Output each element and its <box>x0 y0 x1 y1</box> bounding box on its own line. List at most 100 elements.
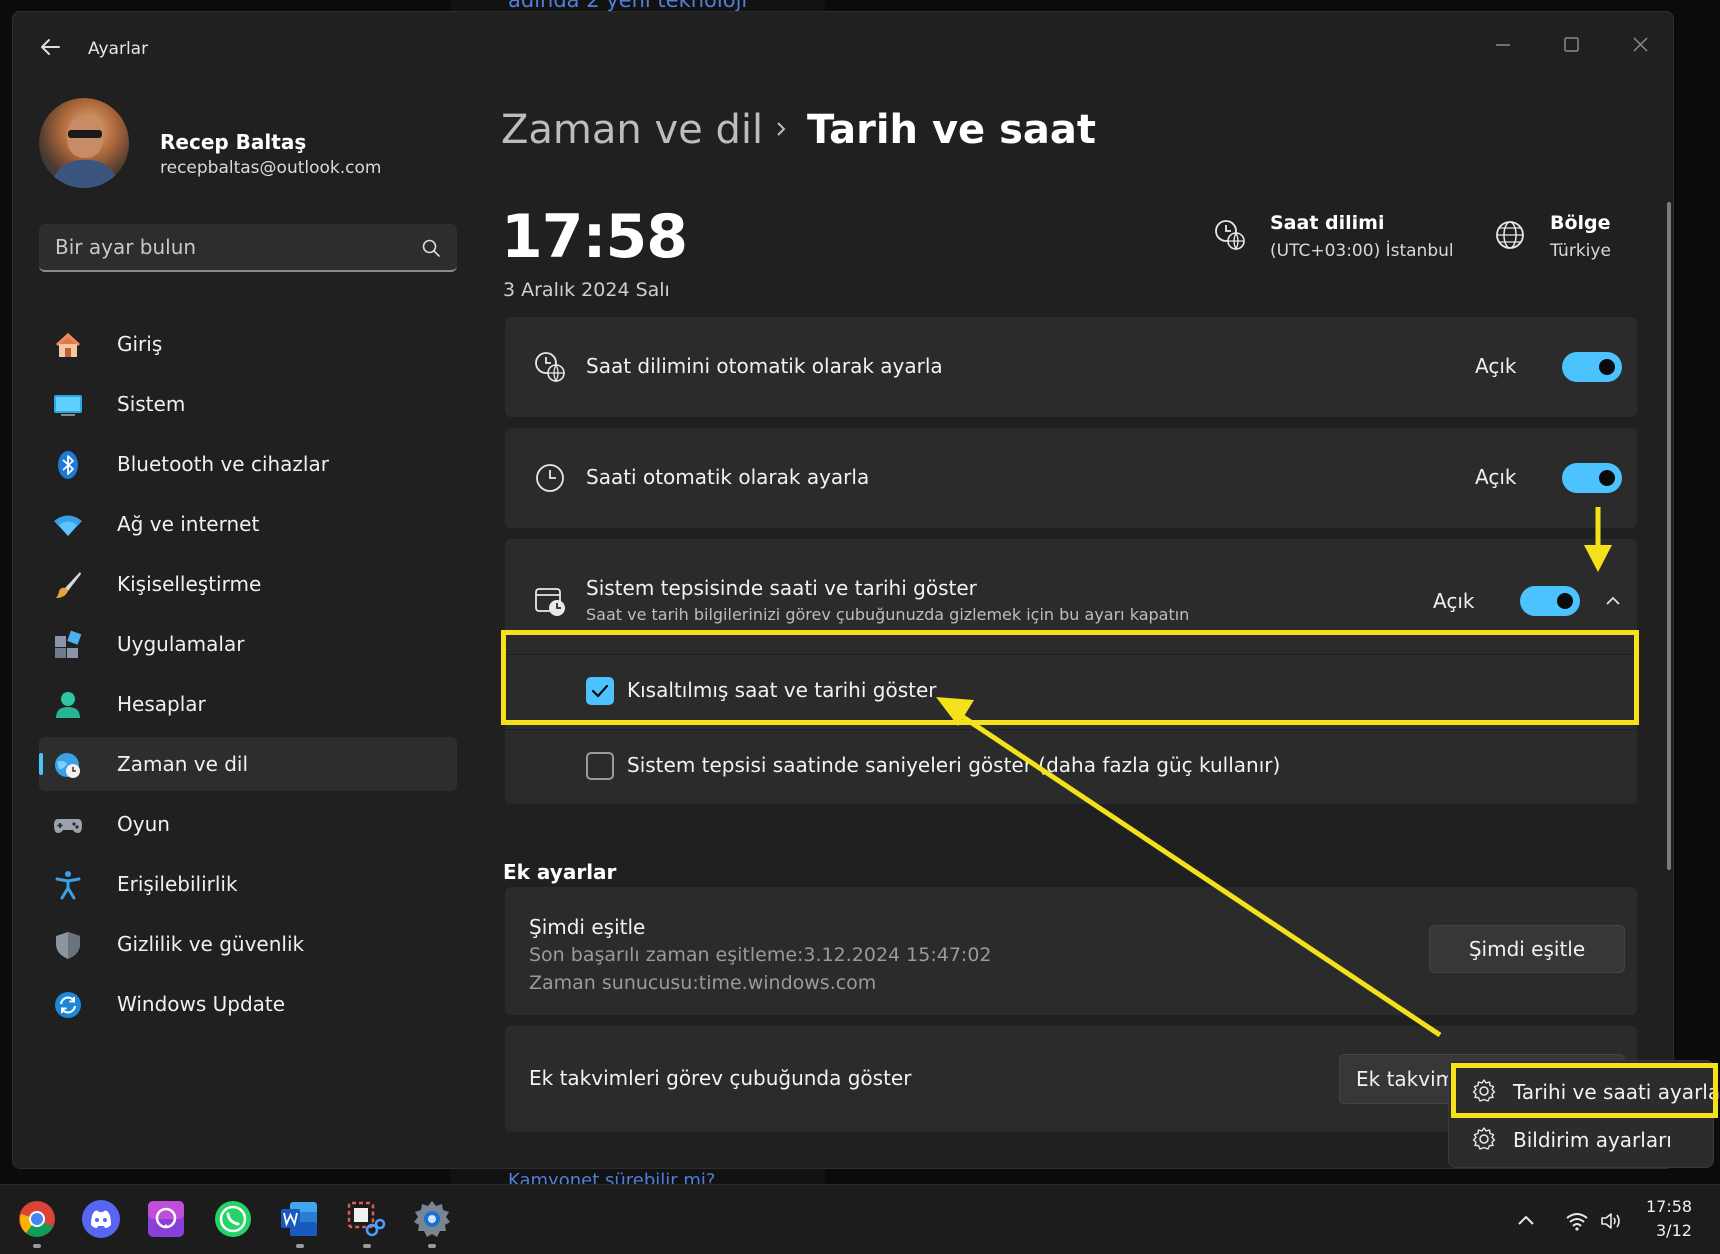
short-time-checkbox[interactable] <box>586 677 614 705</box>
maximize-icon <box>1564 37 1579 52</box>
running-indicator <box>428 1244 436 1248</box>
person-icon <box>56 692 80 718</box>
sidebar-item-label: Oyun <box>117 812 170 836</box>
bluetooth-icon <box>58 451 78 479</box>
back-arrow-icon <box>41 39 60 55</box>
seconds-checkbox[interactable] <box>586 752 614 780</box>
volume-icon[interactable] <box>1599 1209 1623 1233</box>
sidebar-item-privacy[interactable]: Gizlilik ve güvenlik <box>39 917 457 971</box>
running-indicator <box>363 1244 371 1248</box>
sidebar-item-label: Windows Update <box>117 992 286 1016</box>
sidebar-item-system[interactable]: Sistem <box>39 377 457 431</box>
auto-timezone-card: Saat dilimini otomatik olarak ayarla Açı… <box>505 317 1637 417</box>
sidebar-item-apps[interactable]: Uygulamalar <box>39 617 457 671</box>
calendar-clock-icon <box>535 588 565 616</box>
timezone-title: Saat dilimi <box>1270 212 1385 234</box>
sidebar-item-label: Uygulamalar <box>117 632 245 656</box>
close-icon <box>1633 37 1648 52</box>
user-name: Recep Baltaş <box>160 130 307 154</box>
current-date: 3 Aralık 2024 Salı <box>503 279 670 301</box>
auto-timezone-toggle[interactable] <box>1562 352 1622 382</box>
gear-icon <box>1472 1079 1496 1102</box>
search-icon[interactable] <box>421 238 441 258</box>
tray-clock-toggle[interactable] <box>1520 586 1580 616</box>
background-headline-bottom: Kamyonet sürebilir mi? <box>508 1170 716 1184</box>
sidebar-item-personalization[interactable]: Kişiselleştirme <box>39 557 457 611</box>
auto-time-title: Saati otomatik olarak ayarla <box>586 465 870 489</box>
checkmark-icon <box>591 684 609 698</box>
wifi-icon <box>54 515 82 536</box>
menu-item-notification-settings[interactable]: Bildirim ayarları <box>1449 1115 1715 1163</box>
settings-gear-icon[interactable] <box>411 1198 453 1240</box>
sidebar-item-label: Zaman ve dil <box>117 752 249 776</box>
breadcrumb-parent[interactable]: Zaman ve dil <box>501 107 763 153</box>
sidebar-item-network[interactable]: Ağ ve internet <box>39 497 457 551</box>
tray-clock-state: Açık <box>1433 589 1475 613</box>
title-bar: Ayarlar <box>13 12 1673 82</box>
menu-item-label: Tarihi ve saati ayarla <box>1513 1080 1720 1104</box>
accessibility-icon <box>55 871 81 900</box>
short-time-option[interactable]: Kısaltılmış saat ve tarihi göster <box>505 654 1637 726</box>
taskbar-date[interactable]: 3/12 <box>1656 1221 1692 1240</box>
minimize-icon <box>1496 44 1510 46</box>
search-input[interactable] <box>55 224 395 270</box>
back-button[interactable] <box>35 32 65 62</box>
globe-icon <box>1496 221 1524 249</box>
chevron-up-icon[interactable] <box>1602 590 1624 612</box>
sidebar-item-home[interactable]: Giriş <box>39 317 457 371</box>
avatar <box>39 98 129 188</box>
sidebar-item-windows-update[interactable]: Windows Update <box>39 977 457 1031</box>
close-button[interactable] <box>1620 30 1660 60</box>
context-menu: Tarihi ve saati ayarla Bildirim ayarları <box>1448 1060 1720 1168</box>
sidebar-item-label: Bluetooth ve cihazlar <box>117 452 329 476</box>
taskbar: 17:58 3/12 <box>0 1184 1720 1254</box>
chevron-up-icon[interactable] <box>1514 1209 1538 1233</box>
sync-now-button[interactable]: Şimdi eşitle <box>1429 925 1625 973</box>
taskbar-time[interactable]: 17:58 <box>1646 1197 1692 1216</box>
seconds-option[interactable]: Sistem tepsisi saatinde saniyeleri göste… <box>505 729 1637 801</box>
sidebar-item-bluetooth[interactable]: Bluetooth ve cihazlar <box>39 437 457 491</box>
settings-window: Ayarlar Recep Baltaş recepbaltas@outlook… <box>12 11 1674 1169</box>
auto-timezone-state: Açık <box>1475 354 1517 378</box>
region-value: Türkiye <box>1550 241 1611 261</box>
wifi-icon[interactable] <box>1565 1209 1589 1233</box>
snipping-tool-icon[interactable] <box>344 1198 386 1240</box>
sidebar-item-time-language[interactable]: Zaman ve dil <box>39 737 457 791</box>
timezone-icon <box>1215 220 1245 251</box>
monitor-icon <box>54 395 82 416</box>
discord-icon[interactable] <box>80 1198 122 1240</box>
page-title: Tarih ve saat <box>807 107 1097 153</box>
sync-now-card: Şimdi eşitle Son başarılı zaman eşitleme… <box>505 887 1637 1015</box>
home-icon <box>56 333 80 357</box>
content-scrollbar[interactable] <box>1667 202 1671 870</box>
shield-icon <box>56 932 80 959</box>
current-time: 17:58 <box>501 202 688 272</box>
update-icon <box>55 992 81 1018</box>
auto-time-toggle[interactable] <box>1562 463 1622 493</box>
seconds-label: Sistem tepsisi saatinde saniyeleri göste… <box>627 753 1281 777</box>
gear-icon <box>1472 1127 1496 1150</box>
clock-icon <box>536 464 564 492</box>
menu-item-label: Bildirim ayarları <box>1513 1128 1672 1152</box>
chrome-icon[interactable] <box>16 1198 58 1240</box>
auto-timezone-title: Saat dilimini otomatik olarak ayarla <box>586 354 943 378</box>
search-box <box>39 224 457 272</box>
sidebar-item-label: Kişiselleştirme <box>117 572 262 596</box>
menu-item-adjust-date-time[interactable]: Tarihi ve saati ayarla <box>1449 1067 1720 1115</box>
sidebar-item-accounts[interactable]: Hesaplar <box>39 677 457 731</box>
minimize-button[interactable] <box>1483 30 1523 60</box>
timezone-value: (UTC+03:00) İstanbul <box>1270 241 1454 261</box>
maximize-button[interactable] <box>1551 30 1591 60</box>
sidebar-item-gaming[interactable]: Oyun <box>39 797 457 851</box>
running-indicator <box>296 1244 304 1248</box>
signal-icon[interactable] <box>145 1198 187 1240</box>
paintbrush-icon <box>56 572 81 598</box>
sidebar-item-accessibility[interactable]: Erişilebilirlik <box>39 857 457 911</box>
whatsapp-icon[interactable] <box>212 1198 254 1240</box>
short-time-label: Kısaltılmış saat ve tarihi göster <box>627 678 937 702</box>
user-email: recepbaltas@outlook.com <box>160 158 382 178</box>
running-indicator <box>33 1244 41 1248</box>
sidebar-item-label: Hesaplar <box>117 692 206 716</box>
last-sync-text: Son başarılı zaman eşitleme:3.12.2024 15… <box>529 944 992 966</box>
word-icon[interactable] <box>278 1198 320 1240</box>
